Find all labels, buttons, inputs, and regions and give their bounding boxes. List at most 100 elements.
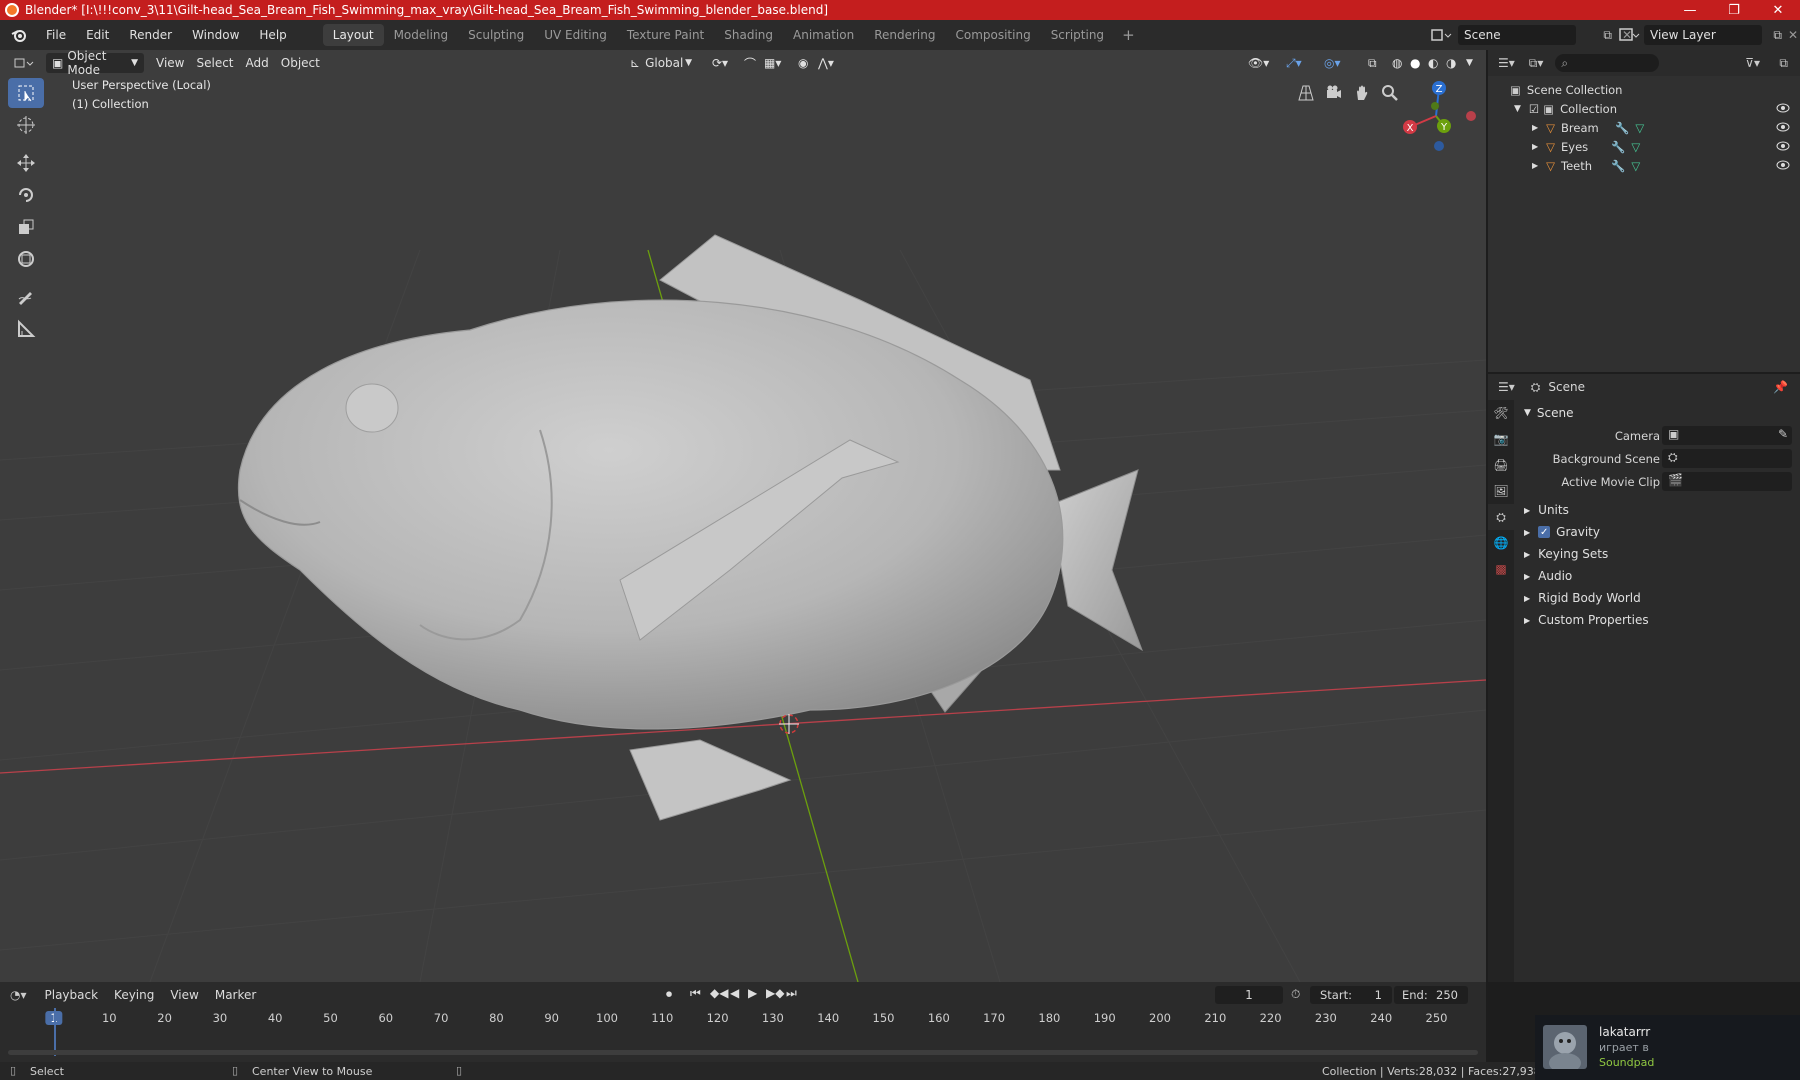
eye-icon[interactable] [1776,159,1790,173]
camera-view-icon[interactable] [1321,80,1347,106]
scene-selector[interactable]: Scene ⧉ ✕ [1458,25,1632,45]
units-section-header[interactable]: ▶ Units [1516,499,1800,521]
viewport-menu-add[interactable]: Add [240,53,275,73]
timeline-ruler[interactable]: 1102030405060708090100110120130140150160… [0,1008,1486,1028]
navigation-gizmo[interactable]: Z Y X [1392,76,1482,156]
gizmo-neg-x-icon[interactable] [1466,111,1476,121]
mesh-data-icon[interactable]: ▽ [1635,121,1644,135]
tab-rendering[interactable]: Rendering [864,24,945,46]
gizmo-neg-y-icon[interactable] [1431,102,1439,110]
tree-row-teeth[interactable]: ▶ ▽ Teeth 🔧 ▽ [1488,156,1800,175]
play-icon[interactable]: ▶ [748,986,757,1000]
rotate-tool[interactable] [8,180,44,210]
tab-texture-paint[interactable]: Texture Paint [617,24,714,46]
tool-tab-icon[interactable]: 🛠 [1488,400,1514,426]
expand-arrow-icon[interactable]: ▼ [1514,104,1521,114]
gravity-checkbox[interactable]: ✓ [1538,526,1551,538]
next-keyframe-icon[interactable]: ▶◆ [766,986,784,1000]
view-layer-browse-icon[interactable] [1618,26,1640,44]
timeline-menu-keying[interactable]: Keying [106,988,162,1002]
tab-modeling[interactable]: Modeling [384,24,459,46]
view-layer-selector[interactable]: View Layer ⧉ ✕ [1644,25,1798,45]
world-tab-icon[interactable]: 🌐 [1488,530,1514,556]
outliner-editor-type-icon[interactable]: ☰▾ [1498,56,1515,70]
menu-edit[interactable]: Edit [76,28,119,42]
mesh-data-icon[interactable]: ▽ [1631,140,1640,154]
expand-arrow-icon[interactable]: ▶ [1532,142,1538,151]
background-scene-field[interactable]: ⛭ [1662,449,1792,468]
scene-browse-icon[interactable] [1430,26,1452,44]
annotate-tool[interactable] [8,282,44,312]
pin-icon[interactable]: 📌 [1773,380,1788,394]
eye-icon[interactable] [1776,140,1790,154]
tab-uv-editing[interactable]: UV Editing [534,24,617,46]
timeline-editor-type-icon[interactable]: ◔▾ [10,988,27,1002]
maximize-button[interactable]: ❐ [1712,0,1756,20]
modifier-wrench-icon[interactable]: 🔧 [1615,121,1629,135]
menu-file[interactable]: File [36,28,76,42]
pan-view-icon[interactable] [1349,80,1375,106]
expand-arrow-icon[interactable]: ▶ [1532,123,1538,132]
timeline-menu-marker[interactable]: Marker [207,988,264,1002]
menu-render[interactable]: Render [119,28,182,42]
overlay-toggle-icon[interactable]: ◎▾ [1318,53,1347,73]
timeline-menu-view[interactable]: View [162,988,206,1002]
prev-keyframe-icon[interactable]: ◆◀ [710,986,728,1000]
object-mode-dropdown[interactable]: ▣ Object Mode ▼ [46,50,144,77]
editor-type-icon[interactable] [8,53,42,73]
tree-row-bream[interactable]: ▶ ▽ Bream 🔧 ▽ [1488,118,1800,137]
transform-tool[interactable] [8,244,44,274]
timeline-scrollbar[interactable] [8,1050,1478,1055]
menu-window[interactable]: Window [182,28,249,42]
snap-target-icon[interactable]: ▦▾ [758,53,787,73]
tab-animation[interactable]: Animation [783,24,864,46]
outliner-search-input[interactable]: ⌕ [1555,54,1660,72]
active-movie-clip-field[interactable]: 🎬 [1662,472,1792,491]
add-workspace-button[interactable]: + [1114,26,1143,44]
overlay-notification[interactable]: lakatarrr играет в Soundpad [1535,1015,1800,1080]
current-frame-field[interactable]: 1 [1215,986,1283,1004]
view-layer-tab-icon[interactable]: 🖼 [1488,478,1514,504]
playhead-line[interactable] [54,1008,56,1056]
frame-end-field[interactable]: End: 250 [1394,986,1468,1004]
3d-viewport[interactable]: ▣ Object Mode ▼ View Select Add Object ⊾… [0,50,1486,982]
record-button-icon[interactable]: ⏺ [666,987,672,1002]
visibility-icon[interactable]: 👁▾ [1242,53,1275,73]
eyedropper-icon[interactable]: ✎ [1778,427,1788,441]
audio-section-header[interactable]: ▶ Audio [1516,565,1800,587]
falloff-icon[interactable]: ⋀▾ [812,53,840,73]
properties-editor-type-icon[interactable]: ☰▾ [1498,380,1515,394]
new-scene-icon[interactable]: ⧉ [1603,28,1612,43]
expand-arrow-icon[interactable]: ▶ [1532,161,1538,170]
keying-sets-section-header[interactable]: ▶ Keying Sets [1516,543,1800,565]
select-box-tool[interactable] [8,78,44,108]
scene-tab-icon[interactable]: ⛭ [1488,504,1514,530]
transform-orientation-dropdown[interactable]: ⊾ Global ▼ [624,53,698,73]
texture-tab-icon[interactable]: ▩ [1488,556,1514,582]
new-view-layer-icon[interactable]: ⧉ [1773,28,1782,43]
new-collection-icon[interactable]: ⧉ [1779,56,1788,71]
jump-end-icon[interactable]: ⏭ [786,986,797,1001]
modifier-wrench-icon[interactable]: 🔧 [1611,140,1625,154]
timeline-menu-playback[interactable]: Playback [37,988,107,1002]
gizmo-toggle-icon[interactable]: ⤢▾ [1280,53,1308,73]
play-reverse-icon[interactable]: ◀ [730,986,739,1000]
eye-icon[interactable] [1776,121,1790,135]
modifier-wrench-icon[interactable]: 🔧 [1611,159,1625,173]
jump-start-icon[interactable]: ⏮ [690,986,701,1001]
measure-tool[interactable] [8,314,44,344]
gravity-section-header[interactable]: ▶ ✓ Gravity [1516,521,1800,543]
render-tab-icon[interactable]: 📷 [1488,426,1514,452]
tab-sculpting[interactable]: Sculpting [458,24,534,46]
delete-view-layer-icon[interactable]: ✕ [1788,28,1798,42]
tree-row-scene-collection[interactable]: ▣ Scene Collection [1488,80,1800,99]
collection-checkbox[interactable]: ☑ [1529,102,1539,116]
scene-section-header[interactable]: ▼ Scene [1516,402,1800,424]
tab-layout[interactable]: Layout [322,24,384,46]
mesh-data-icon[interactable]: ▽ [1631,159,1640,173]
cursor-tool[interactable] [8,110,44,140]
viewport-menu-object[interactable]: Object [275,53,326,73]
viewport-menu-view[interactable]: View [150,53,190,73]
rigid-body-world-section-header[interactable]: ▶ Rigid Body World [1516,587,1800,609]
custom-properties-section-header[interactable]: ▶ Custom Properties [1516,609,1800,631]
